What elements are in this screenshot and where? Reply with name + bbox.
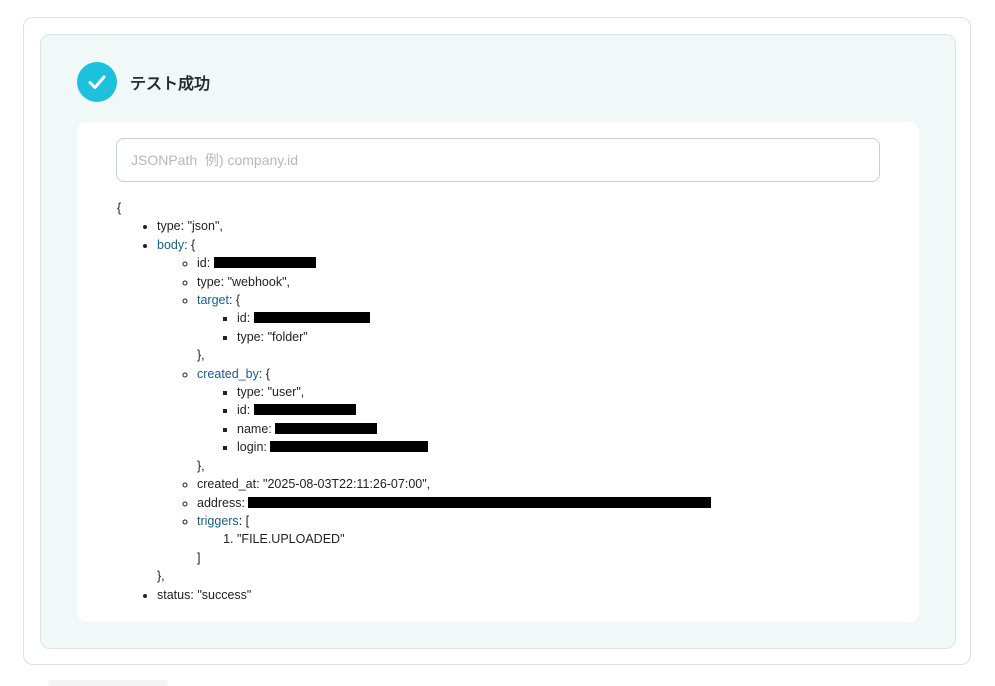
check-circle-icon [77,62,117,102]
redacted-value [253,312,370,324]
created-by-close: }, [197,458,205,473]
created-by-toggle[interactable]: created_by [197,367,259,381]
json-item-body-id: id: [197,254,711,272]
triggers-toggle[interactable]: triggers [197,514,239,528]
json-item-created-at: created_at: "2025-08-03T22:11:26-07:00", [197,475,711,493]
json-item-target-id: id: [237,309,711,327]
body-close: }, [157,569,165,584]
target-toggle[interactable]: target [197,293,229,307]
json-item-target: target: { id: type: "folder" }, [197,291,711,365]
json-tree: { type: "json", body: { id: type: "webho… [117,199,712,604]
json-item-cb-name: name: [237,420,711,438]
json-item-status: status: "success" [157,586,711,604]
json-item-target-type: type: "folder" [237,328,711,346]
json-item-triggers: triggers: [ "FILE.UPLOADED" ] [197,512,711,567]
redacted-value [213,257,316,269]
json-item-cb-id: id: [237,401,711,419]
redacted-value [253,404,356,416]
test-result-container: テスト成功 { type: "json", body: { id: type: … [23,17,971,665]
redacted-value [270,441,429,453]
result-header: テスト成功 [77,62,210,102]
json-item-created-by: created_by: { type: "user", id: name: lo… [197,365,711,475]
json-open: { [117,201,122,215]
json-item-body-type: type: "webhook", [197,273,711,291]
json-item-address: address: [197,494,712,512]
success-panel: テスト成功 { type: "json", body: { id: type: … [40,34,956,649]
triggers-close: ] [197,550,201,565]
json-card: { type: "json", body: { id: type: "webho… [77,122,919,622]
jsonpath-input[interactable] [116,138,880,182]
json-item-type: type: "json", [157,217,711,235]
json-item-cb-login: login: [237,438,711,456]
body-toggle[interactable]: body [157,238,184,252]
redacted-value [248,496,712,508]
target-close: }, [197,348,205,363]
next-section-stub [48,680,168,686]
json-item-body: body: { id: type: "webhook", target: { i… [157,236,712,586]
redacted-value [275,422,378,434]
json-item-cb-type: type: "user", [237,383,711,401]
trigger-item: "FILE.UPLOADED" [237,530,711,548]
result-title: テスト成功 [130,76,211,93]
